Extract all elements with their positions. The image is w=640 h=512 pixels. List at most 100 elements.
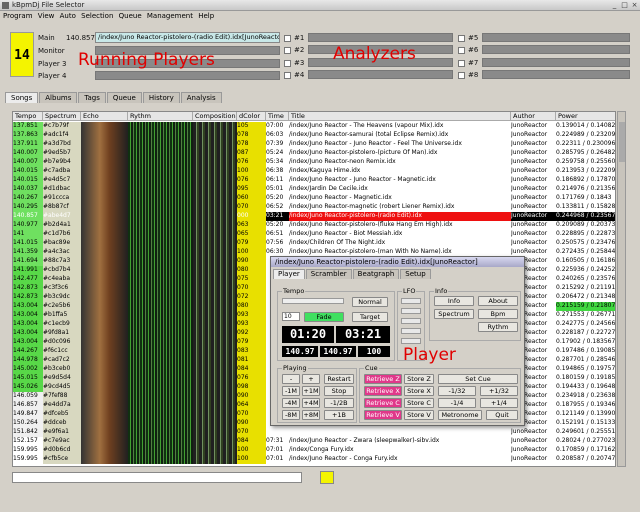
table-row[interactable]: 140.267 #91ccca 060 05:20/index/Juno Reacto… — [13, 194, 615, 203]
player-tab-player[interactable]: Player — [273, 269, 305, 279]
table-row[interactable]: 141.015 #bac89e 079 07:56/index/Children Of… — [13, 239, 615, 248]
metronome-button[interactable]: Metronome — [438, 410, 482, 420]
forward-8m-button[interactable]: +8M — [302, 410, 320, 420]
menu-program[interactable]: Program — [3, 11, 33, 21]
menu-selection[interactable]: Selection — [81, 11, 113, 21]
column-header-rythm[interactable]: Rythm — [128, 112, 193, 121]
forward-1b-button[interactable]: +1B — [324, 410, 354, 420]
rythm-button[interactable]: Rythm — [478, 322, 518, 332]
column-header-power[interactable]: Power — [556, 112, 615, 121]
about-button[interactable]: About — [478, 296, 518, 306]
forward-1-4-button[interactable]: +1/4 — [480, 398, 518, 408]
restart-button[interactable]: Restart — [324, 374, 354, 384]
lfo-wave-icon-3[interactable] — [401, 318, 421, 324]
player-tab-setup[interactable]: Setup — [400, 269, 431, 279]
back-1-32-button[interactable]: -1/32 — [438, 386, 476, 396]
lfo-wave-icon-5[interactable] — [401, 338, 421, 344]
info-button[interactable]: Info — [434, 296, 474, 306]
table-row[interactable]: 152.157 #c7e9ac 084 07:31/index/Juno Reacto… — [13, 437, 615, 446]
tempo-slider[interactable] — [282, 298, 344, 304]
close-icon[interactable]: × — [630, 1, 639, 10]
column-header-title[interactable]: Title — [289, 112, 511, 121]
forward-4m-button[interactable]: +4M — [302, 398, 320, 408]
stop-button[interactable]: Stop — [324, 386, 354, 396]
table-row[interactable]: 140.037 #d1dbac 095 05:01/index/Jardin De C… — [13, 185, 615, 194]
table-row[interactable]: 140.015 #c7adba 100 06:38/index/Kaguya Hime… — [13, 167, 615, 176]
table-row[interactable]: 137.851 #c7b79f 105 07:00/index/Juno Reacto… — [13, 122, 615, 131]
tempo-plus-button[interactable]: + — [302, 374, 320, 384]
table-row[interactable]: 140.007 #b7e9b4 076 05:34/index/Juno Reacto… — [13, 158, 615, 167]
table-row[interactable]: 141 #c1d7b6 065 06:51/index/Juno Reactor - … — [13, 230, 615, 239]
menu-view[interactable]: View — [38, 11, 55, 21]
tempo-spin[interactable]: 10 — [282, 312, 300, 321]
analyzer-checkbox-6[interactable] — [458, 47, 465, 54]
back-half-beat-button[interactable]: -1/2B — [324, 398, 354, 408]
table-scrollbar[interactable] — [617, 111, 626, 467]
column-header-author[interactable]: Author — [511, 112, 556, 121]
table-row[interactable]: 151.842 #e9f6a1 070 JunoReactor 0.249601 / 0… — [13, 428, 615, 437]
fade-button[interactable]: Fade — [304, 312, 344, 322]
table-row[interactable]: 159.995 #cfb5ce 100 07:01/index/Juno Reacto… — [13, 455, 615, 464]
analyzer-checkbox-8[interactable] — [458, 72, 465, 79]
analyzer-checkbox-1[interactable] — [284, 35, 291, 42]
menu-auto[interactable]: Auto — [60, 11, 76, 21]
spectrum-button[interactable]: Spectrum — [434, 309, 474, 319]
menu-management[interactable]: Management — [147, 11, 193, 21]
analyzer-checkbox-2[interactable] — [284, 47, 291, 54]
tab-albums[interactable]: Albums — [39, 92, 78, 103]
column-header-tempo[interactable]: Tempo — [13, 112, 43, 121]
tab-tags[interactable]: Tags — [78, 92, 106, 103]
back-1m-button[interactable]: -1M — [282, 386, 300, 396]
menu-help[interactable]: Help — [198, 11, 214, 21]
forward-1m-button[interactable]: +1M — [302, 386, 320, 396]
lfo-wave-icon-1[interactable] — [401, 298, 421, 304]
tab-songs[interactable]: Songs — [5, 92, 39, 103]
tempo-minus-button[interactable]: - — [282, 374, 300, 384]
retrieve-v-button[interactable]: Retrieve V — [364, 410, 402, 420]
player-tab-beatgraph[interactable]: Beatgraph — [352, 269, 400, 279]
store-c-button[interactable]: Store C — [404, 398, 434, 408]
table-row[interactable]: 137.863 #adc1f4 078 06:03/index/Juno Reacto… — [13, 131, 615, 140]
table-row[interactable]: 140.007 #9ed5b7 087 05:24/index/Juno Reacto… — [13, 149, 615, 158]
table-row[interactable]: 140.857 #abe4d7 000 03:21/index/Juno Reacto… — [13, 212, 615, 221]
lfo-wave-icon-4[interactable] — [401, 328, 421, 334]
table-row[interactable]: 140.977 #b2d4a1 063 05:20/index/Juno Reacto… — [13, 221, 615, 230]
scrollbar-thumb[interactable] — [619, 122, 625, 162]
tab-queue[interactable]: Queue — [106, 92, 142, 103]
normal-button[interactable]: Normal — [352, 297, 388, 307]
retrieve-x-button[interactable]: Retrieve X — [364, 386, 402, 396]
menu-queue[interactable]: Queue — [119, 11, 142, 21]
tab-analysis[interactable]: Analysis — [180, 92, 222, 103]
table-row[interactable]: 159.995 #d0b6cd 100 07:01/index/Conga Fury.… — [13, 446, 615, 455]
analyzer-checkbox-3[interactable] — [284, 60, 291, 67]
store-z-button[interactable]: Store Z — [404, 374, 434, 384]
analyzer-checkbox-4[interactable] — [284, 72, 291, 79]
table-row[interactable]: 140.295 #8b87cf 070 06:52/index/Juno Reacto… — [13, 203, 615, 212]
retrieve-z-button[interactable]: Retrieve Z — [364, 374, 402, 384]
column-header-echo[interactable]: Echo — [81, 112, 128, 121]
bpm-button[interactable]: Bpm — [478, 309, 518, 319]
back-1-4-button[interactable]: -1/4 — [438, 398, 476, 408]
back-4m-button[interactable]: -4M — [282, 398, 300, 408]
maximize-icon[interactable]: □ — [620, 1, 629, 10]
store-v-button[interactable]: Store V — [404, 410, 434, 420]
retrieve-c-button[interactable]: Retrieve C — [364, 398, 402, 408]
table-row[interactable]: 137.911 #a3d7bd 078 07:39/index/Juno Reacto… — [13, 140, 615, 149]
lfo-wave-icon-2[interactable] — [401, 308, 421, 314]
minimize-icon[interactable]: _ — [610, 1, 619, 10]
search-input[interactable] — [12, 472, 302, 483]
store-x-button[interactable]: Store X — [404, 386, 434, 396]
set-cue-button[interactable]: Set Cue — [438, 374, 518, 384]
analyzer-checkbox-7[interactable] — [458, 60, 465, 67]
column-header-dcolor[interactable]: dColor — [237, 112, 266, 121]
forward-1-32-button[interactable]: +1/32 — [480, 386, 518, 396]
tab-history[interactable]: History — [142, 92, 180, 103]
table-row[interactable]: 140.015 #e4d5c7 076 06:11/index/Juno Reacto… — [13, 176, 615, 185]
back-8m-button[interactable]: -8M — [282, 410, 300, 420]
column-header-spectrum[interactable]: Spectrum — [43, 112, 81, 121]
quit-button[interactable]: Quit — [486, 410, 518, 420]
analyzer-checkbox-5[interactable] — [458, 35, 465, 42]
player-tab-scrambler[interactable]: Scrambler — [305, 269, 352, 279]
column-header-time[interactable]: Time — [266, 112, 289, 121]
target-button[interactable]: Target — [352, 312, 388, 322]
